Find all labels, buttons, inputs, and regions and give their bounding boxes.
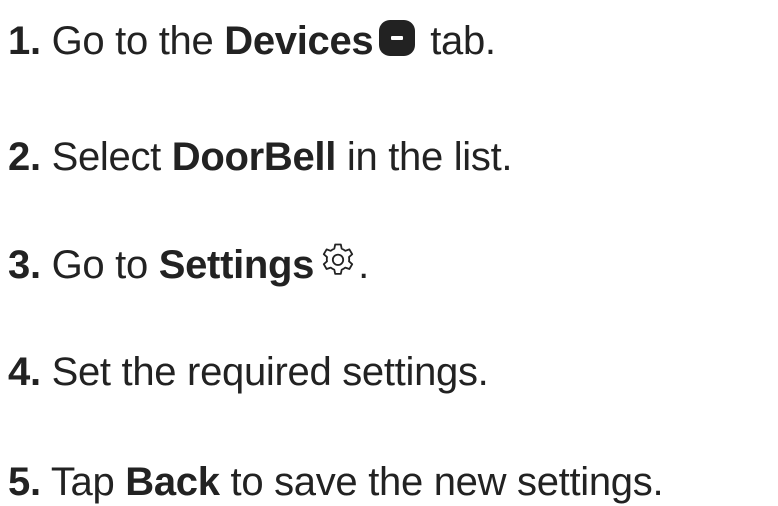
step-2: 2. Select DoorBell in the list. <box>8 133 513 181</box>
step-keyword-settings: Settings <box>158 243 315 287</box>
step-text: to save the new settings. <box>219 460 664 504</box>
step-text: Set the required settings. <box>40 350 489 394</box>
step-number: 3. <box>8 243 41 287</box>
devices-tab-icon <box>379 20 416 56</box>
step-4: 4. Set the required settings. <box>8 348 489 396</box>
step-text: . <box>358 243 369 287</box>
step-text: in the list. <box>336 135 513 179</box>
step-text: Tap <box>40 460 126 504</box>
step-text: tab. <box>419 19 496 63</box>
step-1: 1. Go to the Devices tab. <box>8 17 496 65</box>
step-keyword-devices: Devices <box>224 19 374 63</box>
step-keyword-doorbell: DoorBell <box>171 135 337 179</box>
step-keyword-back: Back <box>125 460 220 504</box>
step-text: Select <box>40 135 172 179</box>
step-number: 2. <box>8 135 41 179</box>
step-number: 1. <box>8 19 41 63</box>
step-text: Go to <box>40 243 159 287</box>
step-number: 5. <box>8 460 41 504</box>
step-text: Go to the <box>40 19 225 63</box>
step-number: 4. <box>8 350 41 394</box>
gear-icon <box>323 243 354 275</box>
step-5: 5. Tap Back to save the new settings. <box>8 458 664 506</box>
step-3: 3. Go to Settings. <box>8 240 369 289</box>
